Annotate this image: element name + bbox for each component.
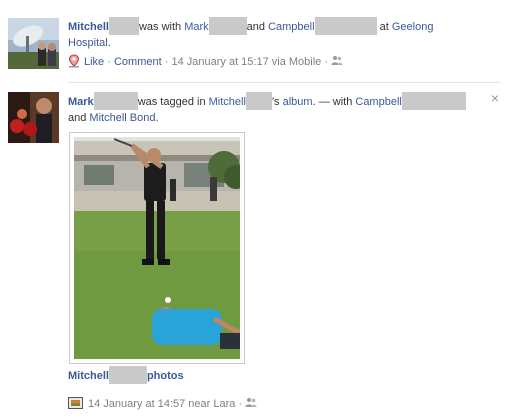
photo-album-icon [68,397,83,409]
actor-link[interactable]: Mitchell [68,21,109,33]
redacted-name [108,17,139,35]
tagged-friend-link[interactable]: Mark [184,21,208,33]
redacted-name [108,366,147,384]
album-owner-link[interactable]: Mitchell [209,96,246,108]
story-text: Mark was tagged in Mitchell 's album. — wi… [68,92,488,126]
conjunction: and [68,112,87,124]
preposition: at [379,21,389,33]
redacted-name [208,17,247,35]
like-link[interactable]: Like [84,56,104,68]
timestamp[interactable]: 14 January at 14:57 near Lara [88,398,235,410]
feed-story-check-in: Mitchell was with Mark and Campbell at Gee… [0,0,511,80]
friends-icon[interactable] [331,55,343,66]
timestamp[interactable]: 14 January at 15:17 via Mobile [171,56,321,68]
redacted-name [93,92,138,110]
avatar[interactable] [8,18,59,69]
golf-photo-illustration [74,137,240,359]
with-text: . — with [312,96,353,108]
separator-dot: · [238,398,243,410]
tagged-friend-link[interactable]: Mitchell Bond [89,112,155,124]
profile-photo [8,92,59,143]
conjunction: and [246,21,266,33]
album-photos-link[interactable]: Mitchell photos [68,366,184,384]
place-link[interactable]: Geelong [392,21,434,33]
story-divider [68,82,501,83]
close-icon[interactable]: × [491,91,499,105]
punctuation: . [155,112,159,124]
story-meta: Like · Comment · 14 January at 15:17 via… [68,54,343,70]
photo-image [74,137,240,359]
profile-photo [8,18,59,69]
album-suffix[interactable]: photos [147,370,184,382]
actor-link[interactable]: Mark [68,96,94,108]
map-pin-icon [68,54,80,68]
possessive: 's [271,96,280,108]
separator-dot: · [324,56,329,68]
story-verb: was with [138,21,182,33]
place-link-continued[interactable]: Hospital [68,37,108,49]
separator-dot: · [107,56,111,68]
redacted-name [401,92,466,110]
punctuation: . [107,37,111,49]
avatar[interactable] [8,92,59,143]
comment-link[interactable]: Comment [114,56,162,68]
story-meta: 14 January at 14:57 near Lara · [68,396,257,412]
story-verb: was tagged in [137,96,206,108]
tagged-friend-link[interactable]: Campbell [355,96,401,108]
tagged-friend-link[interactable]: Campbell [268,21,314,33]
album-link[interactable]: album [283,96,313,108]
album-owner-name[interactable]: Mitchell [68,370,109,382]
tagged-photo[interactable] [69,132,245,364]
separator-dot: · [164,56,169,68]
redacted-name [314,17,377,35]
story-text: Mitchell was with Mark and Campbell at Gee… [68,17,488,51]
redacted-name [245,92,272,110]
friends-icon[interactable] [245,397,257,408]
